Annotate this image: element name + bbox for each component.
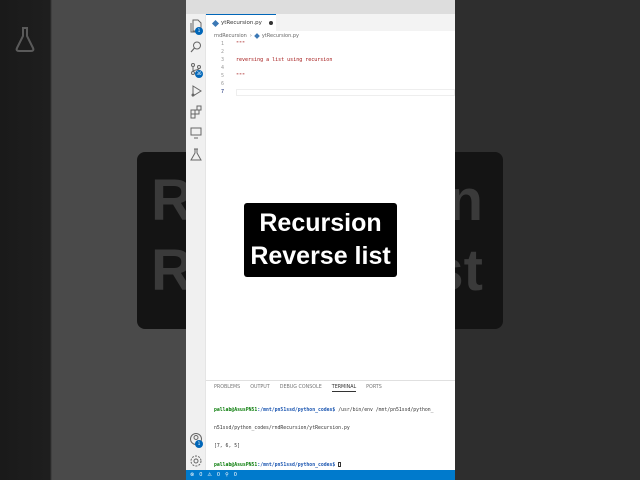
tab-debug-console[interactable]: DEBUG CONSOLE [280, 385, 322, 392]
accounts-badge: 1 [195, 440, 203, 448]
error-count[interactable]: 0 [199, 472, 202, 478]
panel-tabs: PROBLEMS OUTPUT DEBUG CONSOLE TERMINAL P… [214, 385, 382, 392]
unsaved-dot-icon[interactable] [268, 21, 273, 25]
code-line: 4 [220, 65, 224, 71]
warning-icon[interactable]: ⚠ [207, 472, 211, 478]
settings-gear-icon[interactable] [189, 454, 203, 468]
prompt-path: :/mnt/pn51ssd/python_codes$ [257, 408, 336, 413]
run-debug-icon[interactable] [189, 84, 203, 98]
prompt-user: pallab@AsusPN51 [214, 463, 258, 468]
tab-problems[interactable]: PROBLEMS [214, 385, 240, 392]
extensions-icon[interactable] [189, 105, 203, 119]
status-bar: ⊗ 0 ⚠ 0 ⚲ 0 [186, 470, 455, 480]
prompt-path: :/mnt/pn51ssd/python_codes$ [257, 463, 336, 468]
chevron-right-icon: › [249, 33, 252, 39]
ports-icon[interactable]: ⚲ [225, 472, 229, 478]
flask-icon [15, 27, 35, 52]
ports-count[interactable]: 0 [234, 472, 237, 478]
code-line: 1 """ [220, 41, 246, 47]
title-bar [186, 0, 455, 14]
terminal-result: [7, 6, 5] [214, 444, 240, 449]
activity-bar: 1 36 1 [186, 14, 206, 470]
python-file-icon [211, 19, 220, 27]
terminal-command: /usr/bin/env /mnt/pn51ssd/python_ [335, 408, 434, 413]
terminal-line: pallab@AsusPN51:/mnt/pn51ssd/python_code… [214, 462, 455, 469]
python-file-icon [254, 33, 260, 39]
overlay-line2: Reverse list [250, 242, 391, 270]
editor-tab-bar: ytRecursion.py [206, 14, 455, 31]
breadcrumb-file[interactable]: ytRecursion.py [262, 33, 299, 39]
warning-count[interactable]: 0 [217, 472, 220, 478]
video-title-overlay: Recursion Reverse list [244, 203, 397, 277]
testing-flask-icon[interactable] [189, 148, 203, 162]
source-control-badge: 36 [195, 70, 203, 78]
tab-ports[interactable]: PORTS [366, 385, 382, 392]
code-line: 5 """ [220, 73, 246, 79]
overlay-line1: Recursion [259, 209, 382, 237]
terminal-line: pallab@AsusPN51:/mnt/pn51ssd/python_code… [214, 408, 455, 414]
remote-explorer-icon[interactable] [189, 126, 203, 140]
breadcrumb-folder[interactable]: rndRecursion [214, 33, 247, 39]
tab-ytrecursion[interactable]: ytRecursion.py [206, 14, 276, 31]
terminal-cursor [338, 462, 342, 467]
bottom-panel: PROBLEMS OUTPUT DEBUG CONSOLE TERMINAL P… [206, 380, 455, 470]
explorer-badge: 1 [195, 27, 203, 35]
tab-output[interactable]: OUTPUT [250, 385, 270, 392]
breadcrumb: rndRecursion › ytRecursion.py [214, 32, 299, 40]
tab-label: ytRecursion.py [221, 20, 262, 26]
tab-terminal[interactable]: TERMINAL [331, 385, 357, 392]
search-icon[interactable] [189, 40, 203, 54]
error-icon[interactable]: ⊗ [190, 472, 194, 478]
video-frame: Re n Re st 1 36 1 [0, 0, 640, 480]
terminal-output[interactable]: pallab@AsusPN51:/mnt/pn51ssd/python_code… [214, 396, 455, 480]
code-line: 7 [220, 89, 224, 95]
code-line: 3 reversing a list using recursion [220, 57, 333, 63]
terminal-line: n51ssd/python_codes/rndRecursion/ytRecur… [214, 426, 350, 431]
code-line: 2 [220, 49, 224, 55]
prompt-user: pallab@AsusPN51 [214, 408, 258, 413]
code-line: 6 [220, 81, 224, 87]
